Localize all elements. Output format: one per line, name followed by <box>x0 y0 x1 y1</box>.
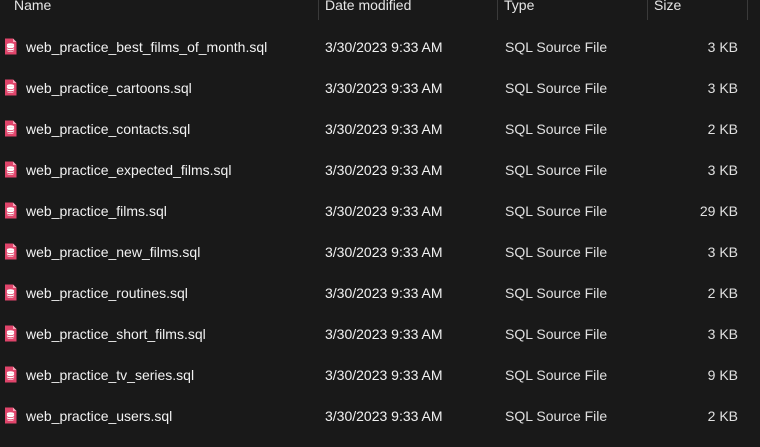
file-row[interactable]: web_practice_new_films.sql 3/30/2023 9:3… <box>0 232 760 273</box>
file-date-modified: 3/30/2023 9:33 AM <box>325 39 443 55</box>
file-type: SQL Source File <box>505 285 608 301</box>
column-header-type[interactable]: Type <box>497 0 647 20</box>
file-row[interactable]: web_practice_expected_films.sql 3/30/202… <box>0 150 760 191</box>
column-divider[interactable] <box>747 0 748 20</box>
file-date-modified: 3/30/2023 9:33 AM <box>325 121 443 137</box>
sql-database-file-icon <box>4 120 17 137</box>
file-size: 29 KB <box>699 203 738 219</box>
sql-database-file-icon <box>4 161 17 178</box>
file-date-modified: 3/30/2023 9:33 AM <box>325 408 443 424</box>
file-size: 9 KB <box>707 367 738 383</box>
column-header-bar: Name Date modified Type Size <box>0 0 760 20</box>
file-explorer-details-view: Name Date modified Type Size web_practic… <box>0 0 760 447</box>
file-name: web_practice_cartoons.sql <box>26 80 192 96</box>
file-type: SQL Source File <box>505 203 608 219</box>
file-size: 3 KB <box>707 80 738 96</box>
file-size: 3 KB <box>707 39 738 55</box>
column-header-size[interactable]: Size <box>647 0 747 20</box>
file-row[interactable]: web_practice_best_films_of_month.sql 3/3… <box>0 27 760 68</box>
file-date-modified: 3/30/2023 9:33 AM <box>325 244 443 260</box>
sql-database-file-icon <box>4 38 17 55</box>
file-row[interactable]: web_practice_contacts.sql 3/30/2023 9:33… <box>0 109 760 150</box>
file-type: SQL Source File <box>505 326 608 342</box>
file-date-modified: 3/30/2023 9:33 AM <box>325 326 443 342</box>
file-date-modified: 3/30/2023 9:33 AM <box>325 162 443 178</box>
file-name: web_practice_routines.sql <box>26 285 188 301</box>
file-name: web_practice_films.sql <box>26 203 167 219</box>
sql-database-file-icon <box>4 202 17 219</box>
file-type: SQL Source File <box>505 244 608 260</box>
file-row[interactable]: web_practice_tv_series.sql 3/30/2023 9:3… <box>0 355 760 396</box>
file-size: 3 KB <box>707 244 738 260</box>
file-name: web_practice_users.sql <box>26 408 173 424</box>
file-type: SQL Source File <box>505 80 608 96</box>
file-date-modified: 3/30/2023 9:33 AM <box>325 80 443 96</box>
sql-database-file-icon <box>4 284 17 301</box>
file-type: SQL Source File <box>505 367 608 383</box>
file-list: web_practice_best_films_of_month.sql 3/3… <box>0 27 760 437</box>
sql-database-file-icon <box>4 243 17 260</box>
file-name: web_practice_expected_films.sql <box>26 162 232 178</box>
file-size: 2 KB <box>707 121 738 137</box>
file-type: SQL Source File <box>505 121 608 137</box>
sql-database-file-icon <box>4 79 17 96</box>
sql-database-file-icon <box>4 407 17 424</box>
file-size: 2 KB <box>707 408 738 424</box>
column-header-name[interactable]: Name <box>0 0 318 20</box>
sql-database-file-icon <box>4 325 17 342</box>
file-date-modified: 3/30/2023 9:33 AM <box>325 367 443 383</box>
file-row[interactable]: web_practice_users.sql 3/30/2023 9:33 AM… <box>0 396 760 437</box>
file-size: 3 KB <box>707 326 738 342</box>
file-row[interactable]: web_practice_short_films.sql 3/30/2023 9… <box>0 314 760 355</box>
column-header-date-modified[interactable]: Date modified <box>318 0 497 20</box>
file-name: web_practice_new_films.sql <box>26 244 201 260</box>
file-type: SQL Source File <box>505 162 608 178</box>
file-name: web_practice_contacts.sql <box>26 121 191 137</box>
sql-database-file-icon <box>4 366 17 383</box>
file-type: SQL Source File <box>505 39 608 55</box>
file-size: 2 KB <box>707 285 738 301</box>
file-size: 3 KB <box>707 162 738 178</box>
file-type: SQL Source File <box>505 408 608 424</box>
file-row[interactable]: web_practice_cartoons.sql 3/30/2023 9:33… <box>0 68 760 109</box>
file-date-modified: 3/30/2023 9:33 AM <box>325 203 443 219</box>
file-date-modified: 3/30/2023 9:33 AM <box>325 285 443 301</box>
file-name: web_practice_tv_series.sql <box>26 367 195 383</box>
file-name: web_practice_short_films.sql <box>26 326 206 342</box>
file-name: web_practice_best_films_of_month.sql <box>26 39 268 55</box>
file-row[interactable]: web_practice_routines.sql 3/30/2023 9:33… <box>0 273 760 314</box>
file-row[interactable]: web_practice_films.sql 3/30/2023 9:33 AM… <box>0 191 760 232</box>
